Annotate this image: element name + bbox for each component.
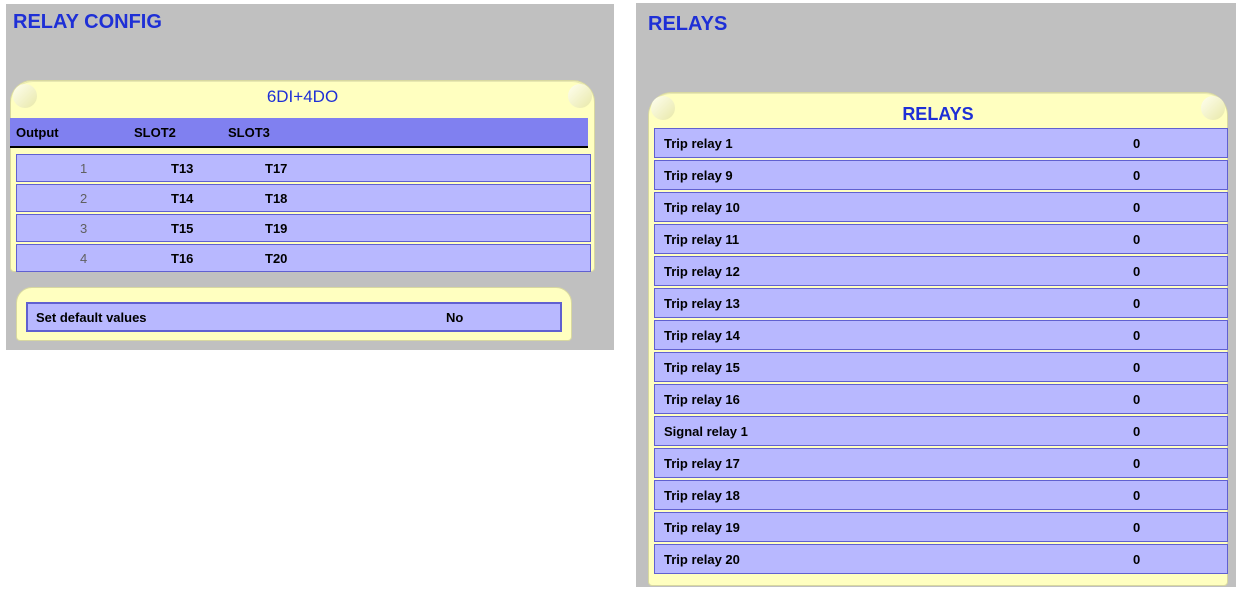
relay-name: Trip relay 12 [664, 264, 740, 279]
relay-value: 0 [1133, 456, 1141, 471]
relay-name: Trip relay 20 [664, 552, 740, 567]
relay-row[interactable]: Trip relay 16 0 [654, 384, 1228, 414]
slot2-terminal: T15 [171, 221, 194, 236]
relay-name: Signal relay 1 [664, 424, 748, 439]
relay-name: Trip relay 16 [664, 392, 740, 407]
relay-row[interactable]: Trip relay 10 0 [654, 192, 1228, 222]
relay-name: Trip relay 13 [664, 296, 740, 311]
config-row[interactable]: 2 T14 T18 [16, 184, 591, 212]
relay-name: Trip relay 18 [664, 488, 740, 503]
relay-row[interactable]: Trip relay 9 0 [654, 160, 1228, 190]
set-default-values-value[interactable]: No [446, 310, 463, 325]
relay-value: 0 [1133, 488, 1141, 503]
relay-value: 0 [1133, 232, 1141, 247]
column-header-slot2: SLOT2 [134, 125, 176, 140]
relay-row[interactable]: Trip relay 13 0 [654, 288, 1228, 318]
relay-row[interactable]: Trip relay 18 0 [654, 480, 1228, 510]
relay-row[interactable]: Trip relay 19 0 [654, 512, 1228, 542]
slot3-terminal: T17 [265, 161, 288, 176]
slot3-terminal: T18 [265, 191, 288, 206]
output-number: 3 [80, 221, 88, 236]
set-default-values-label: Set default values [36, 310, 147, 325]
column-header-slot3: SLOT3 [228, 125, 270, 140]
relay-name: Trip relay 10 [664, 200, 740, 215]
relay-value: 0 [1133, 136, 1141, 151]
relay-value: 0 [1133, 200, 1141, 215]
relay-row[interactable]: Trip relay 15 0 [654, 352, 1228, 382]
relay-value: 0 [1133, 520, 1141, 535]
relay-row[interactable]: Trip relay 14 0 [654, 320, 1228, 350]
relays-title: RELAYS [648, 13, 728, 35]
relay-name: Trip relay 11 [664, 232, 740, 247]
relay-value: 0 [1133, 296, 1141, 311]
relay-row[interactable]: Trip relay 20 0 [654, 544, 1228, 574]
relay-name: Trip relay 17 [664, 456, 740, 471]
output-number: 2 [80, 191, 88, 206]
relay-name: Trip relay 14 [664, 328, 740, 343]
relay-row[interactable]: Trip relay 11 0 [654, 224, 1228, 254]
relay-config-title: RELAY CONFIG [13, 11, 162, 33]
relays-tab-label: RELAYS [902, 104, 974, 124]
config-row[interactable]: 3 T15 T19 [16, 214, 591, 242]
slot2-terminal: T14 [171, 191, 194, 206]
relay-value: 0 [1133, 328, 1141, 343]
output-number: 4 [80, 251, 88, 266]
column-header-output: Output [16, 125, 59, 140]
relay-row[interactable]: Trip relay 12 0 [654, 256, 1228, 286]
slot3-terminal: T20 [265, 251, 288, 266]
relay-name: Trip relay 19 [664, 520, 740, 535]
relay-value: 0 [1133, 360, 1141, 375]
slot3-terminal: T19 [265, 221, 288, 236]
relay-name: Trip relay 9 [664, 168, 733, 183]
slot2-terminal: T13 [171, 161, 194, 176]
relay-value: 0 [1133, 168, 1141, 183]
config-tab-label: 6DI+4DO [266, 87, 339, 106]
config-row[interactable]: 4 T16 T20 [16, 244, 591, 272]
config-tab-header[interactable]: 6DI+4DO [11, 81, 594, 109]
relay-name: Trip relay 1 [664, 136, 733, 151]
output-number: 1 [80, 161, 88, 176]
relay-value: 0 [1133, 392, 1141, 407]
relays-tab-header[interactable]: RELAYS [649, 93, 1227, 129]
relay-row[interactable]: Signal relay 1 0 [654, 416, 1228, 446]
relay-value: 0 [1133, 552, 1141, 567]
config-row[interactable]: 1 T13 T17 [16, 154, 591, 182]
slot2-terminal: T16 [171, 251, 194, 266]
config-grid-header: Output SLOT2 SLOT3 [10, 118, 588, 148]
relay-row[interactable]: Trip relay 1 0 [654, 128, 1228, 158]
relay-name: Trip relay 15 [664, 360, 740, 375]
relay-value: 0 [1133, 424, 1141, 439]
set-default-values-row[interactable]: Set default values No [26, 302, 562, 332]
relay-row[interactable]: Trip relay 17 0 [654, 448, 1228, 478]
relay-value: 0 [1133, 264, 1141, 279]
